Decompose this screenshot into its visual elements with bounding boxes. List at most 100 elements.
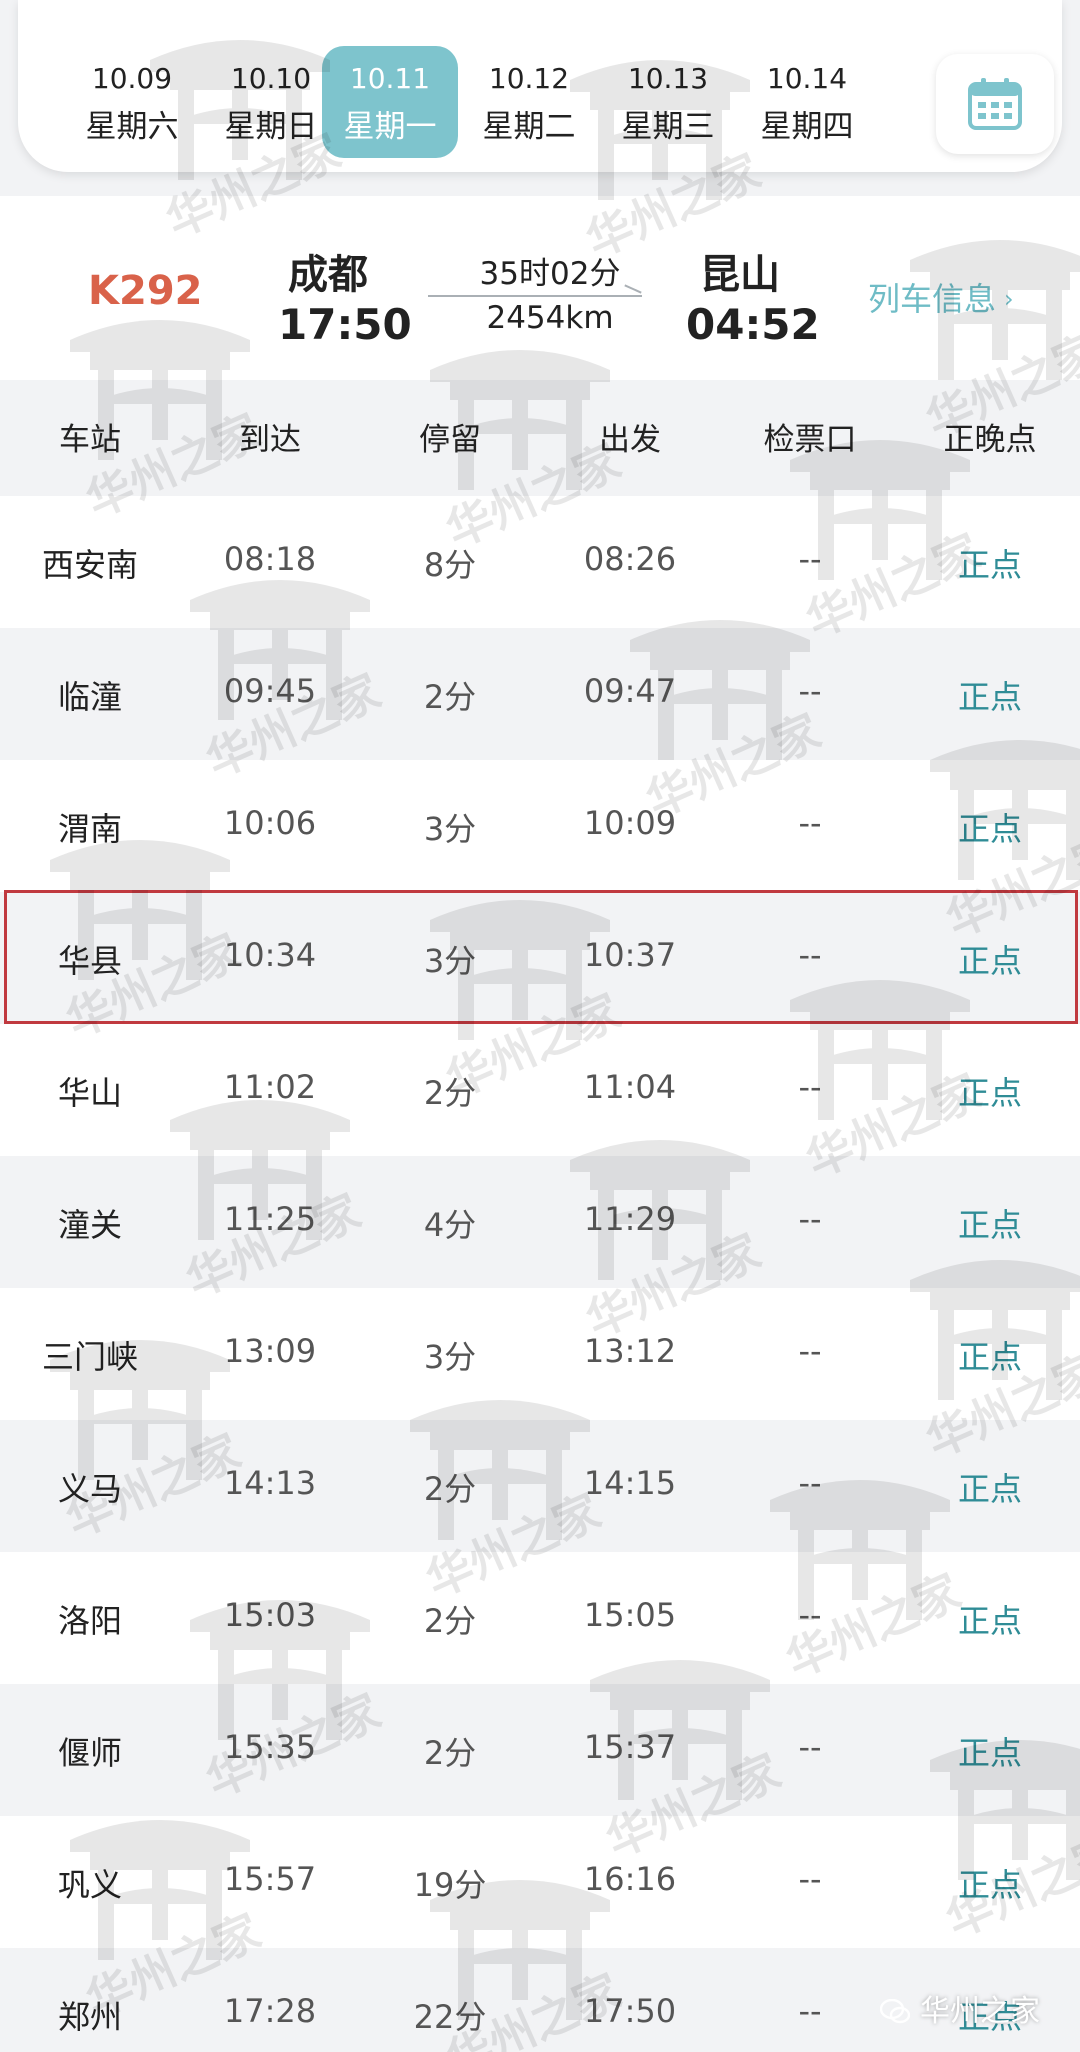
- date-tab-weekday: 星期四: [760, 109, 854, 145]
- cell-gate: --: [798, 1860, 822, 1898]
- date-selector-bar: 10.09 星期六 10.10 星期日 10.11 星期一 10.12 星期二 …: [18, 0, 1062, 172]
- date-tab-1012[interactable]: 10.12 星期二: [461, 46, 597, 158]
- cell-station: 潼关: [57, 1206, 122, 1244]
- cell-depart: 13:12: [583, 1332, 677, 1370]
- date-tab-weekday: 星期二: [482, 109, 576, 145]
- timetable-row: 偃师 15:35 2分 15:37 -- 正点: [0, 1684, 1080, 1816]
- cell-stop: 22分: [413, 1998, 487, 2036]
- arrival-time: 04:52: [686, 300, 820, 349]
- cell-status: 正点: [957, 1602, 1022, 1640]
- cell-depart: 10:09: [583, 804, 677, 842]
- date-tab-date: 10.09: [91, 62, 173, 95]
- cell-stop: 3分: [423, 810, 477, 848]
- cell-arrive: 15:35: [223, 1728, 317, 1766]
- timetable-row: 西安南 08:18 8分 08:26 -- 正点: [0, 496, 1080, 628]
- timetable-header: 车站 到达 停留 出发 检票口 正晚点: [0, 380, 1080, 496]
- cell-station: 义马: [57, 1470, 122, 1508]
- train-info-label: 列车信息: [868, 280, 997, 318]
- cell-gate: --: [798, 1464, 822, 1502]
- timetable-row: 义马 14:13 2分 14:15 -- 正点: [0, 1420, 1080, 1552]
- timetable-row: 巩义 15:57 19分 16:16 -- 正点: [0, 1816, 1080, 1948]
- cell-arrive: 11:02: [223, 1068, 317, 1106]
- cell-gate: --: [798, 1596, 822, 1634]
- cell-gate: --: [798, 540, 822, 578]
- date-tab-date: 10.14: [766, 62, 848, 95]
- timetable-row: 渭南 10:06 3分 10:09 -- 正点: [0, 760, 1080, 892]
- cell-depart: 14:15: [583, 1464, 677, 1502]
- calendar-button[interactable]: [936, 54, 1054, 154]
- cell-arrive: 14:13: [223, 1464, 317, 1502]
- cell-depart: 15:05: [583, 1596, 677, 1634]
- timetable-row: 华县 10:34 3分 10:37 -- 正点: [0, 892, 1080, 1024]
- train-number: K292: [88, 268, 203, 314]
- header-arrive: 到达: [239, 422, 301, 458]
- date-tab-date: 10.11: [349, 62, 431, 95]
- cell-status: 正点: [957, 1206, 1022, 1244]
- cell-arrive: 10:06: [223, 804, 317, 842]
- source-watermark-text: 华州之家: [920, 1994, 1040, 2029]
- calendar-icon: [968, 78, 1022, 130]
- cell-depart: 11:29: [583, 1200, 677, 1238]
- route-line: [428, 295, 642, 297]
- cell-status: 正点: [957, 1734, 1022, 1772]
- cell-station: 洛阳: [57, 1602, 122, 1640]
- cell-depart: 09:47: [583, 672, 677, 710]
- date-tab-1011-selected[interactable]: 10.11 星期一: [322, 46, 458, 158]
- cell-arrive: 13:09: [223, 1332, 317, 1370]
- cell-station: 临潼: [57, 678, 122, 716]
- cell-arrive: 08:18: [223, 540, 317, 578]
- departure-time: 17:50: [278, 300, 412, 349]
- cell-status: 正点: [957, 942, 1022, 980]
- date-tab-weekday: 星期一: [343, 109, 437, 145]
- header-status: 正晚点: [943, 422, 1037, 458]
- arrival-station: 昆山: [700, 252, 780, 298]
- timetable-row: 洛阳 15:03 2分 15:05 -- 正点: [0, 1552, 1080, 1684]
- cell-arrive: 15:57: [223, 1860, 317, 1898]
- timetable-row: 临潼 09:45 2分 09:47 -- 正点: [0, 628, 1080, 760]
- cell-station: 西安南: [41, 546, 138, 584]
- cell-station: 巩义: [57, 1866, 122, 1904]
- departure-station: 成都: [288, 252, 368, 298]
- date-tab-date: 10.12: [488, 62, 570, 95]
- header-station: 车站: [59, 422, 121, 458]
- cell-stop: 3分: [423, 942, 477, 980]
- date-tab-date: 10.13: [627, 62, 709, 95]
- wechat-icon: [880, 1999, 910, 2024]
- cell-gate: --: [798, 1332, 822, 1370]
- cell-status: 正点: [957, 678, 1022, 716]
- cell-stop: 19分: [413, 1866, 487, 1904]
- cell-stop: 3分: [423, 1338, 477, 1376]
- date-tab-weekday: 星期日: [224, 109, 318, 145]
- cell-status: 正点: [957, 1470, 1022, 1508]
- timetable-row: 潼关 11:25 4分 11:29 -- 正点: [0, 1156, 1080, 1288]
- cell-gate: --: [798, 936, 822, 974]
- train-summary-card: K292 成都 17:50 35时02分 2454km 昆山 04:52 列车信…: [0, 196, 1080, 380]
- cell-stop: 4分: [423, 1206, 477, 1244]
- cell-station: 渭南: [57, 810, 122, 848]
- header-depart: 出发: [599, 422, 661, 458]
- date-tab-1014[interactable]: 10.14 星期四: [739, 46, 875, 158]
- cell-gate: --: [798, 1068, 822, 1106]
- cell-gate: --: [798, 1728, 822, 1766]
- cell-stop: 2分: [423, 1602, 477, 1640]
- cell-stop: 2分: [423, 1074, 477, 1112]
- date-tab-1009[interactable]: 10.09 星期六: [64, 46, 200, 158]
- cell-arrive: 15:03: [223, 1596, 317, 1634]
- date-tab-weekday: 星期三: [621, 109, 715, 145]
- train-info-link[interactable]: 列车信息 ›: [868, 274, 1014, 320]
- cell-status: 正点: [957, 1074, 1022, 1112]
- date-tab-1013[interactable]: 10.13 星期三: [600, 46, 736, 158]
- cell-arrive: 11:25: [223, 1200, 317, 1238]
- cell-stop: 8分: [423, 546, 477, 584]
- source-watermark: 华州之家: [880, 1986, 1040, 2030]
- cell-depart: 10:37: [583, 936, 677, 974]
- cell-arrive: 09:45: [223, 672, 317, 710]
- cell-station: 偃师: [57, 1734, 122, 1772]
- timetable-row: 华山 11:02 2分 11:04 -- 正点: [0, 1024, 1080, 1156]
- cell-gate: --: [798, 804, 822, 842]
- cell-depart: 17:50: [583, 1992, 677, 2030]
- cell-stop: 2分: [423, 1734, 477, 1772]
- date-tab-1010[interactable]: 10.10 星期日: [203, 46, 339, 158]
- cell-station: 郑州: [57, 1998, 122, 2036]
- cell-status: 正点: [957, 810, 1022, 848]
